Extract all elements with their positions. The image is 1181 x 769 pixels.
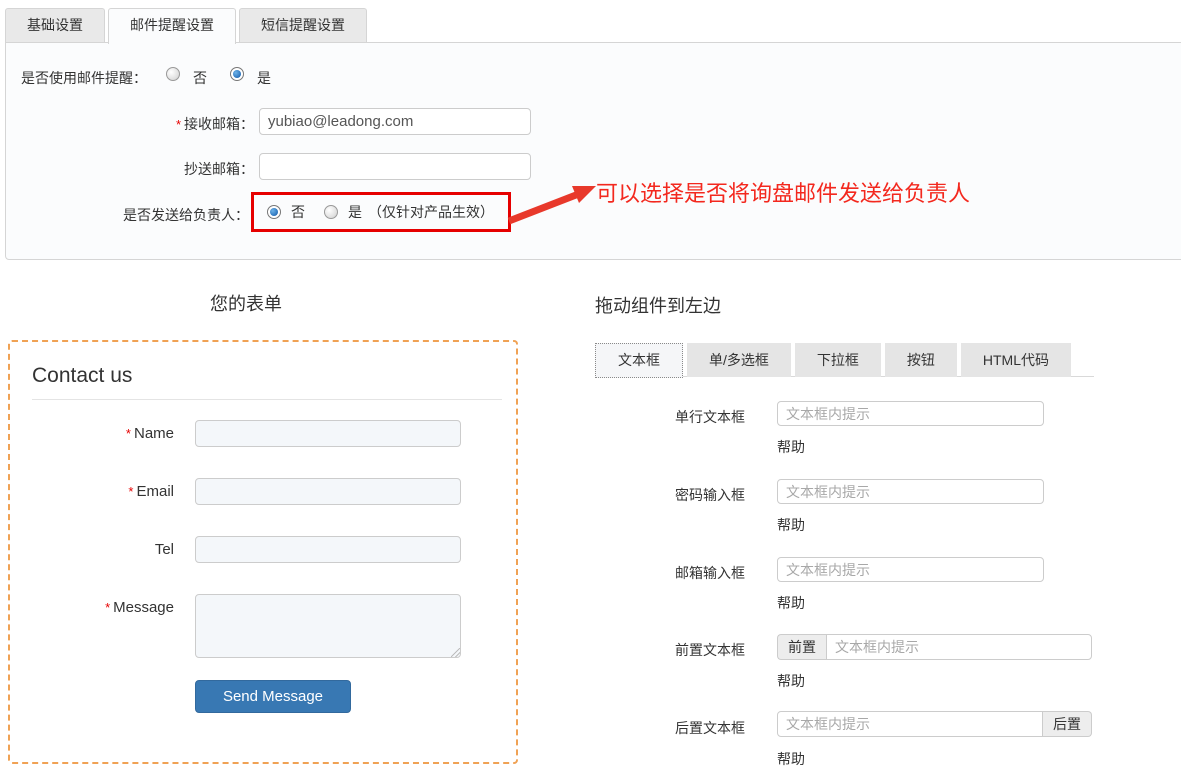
- prefix-textbox-input[interactable]: [826, 634, 1092, 660]
- message-textarea[interactable]: [195, 594, 461, 658]
- tab-dropdown[interactable]: 下拉框: [795, 343, 881, 377]
- component-panel-heading: 拖动组件到左边: [595, 292, 721, 318]
- email-label: *Email: [42, 483, 174, 500]
- use-email-radio-no-label: 否: [193, 68, 207, 88]
- help-link[interactable]: 帮助: [777, 671, 805, 691]
- prefix-textbox-label: 前置文本框: [625, 640, 745, 660]
- use-email-radio-yes[interactable]: [230, 67, 244, 81]
- email-box-label: 邮箱输入框: [625, 563, 745, 583]
- send-to-owner-label: 是否发送给负责人：: [86, 205, 249, 225]
- prefix-textbox-group: 前置: [777, 634, 1092, 660]
- form-preview-heading: 您的表单: [0, 290, 492, 316]
- title-divider: [32, 399, 502, 400]
- password-input[interactable]: [777, 479, 1044, 504]
- help-link[interactable]: 帮助: [777, 593, 805, 613]
- tab-basic-settings[interactable]: 基础设置: [5, 8, 105, 42]
- required-mark: *: [128, 484, 133, 499]
- receive-email-label: *接收邮箱：: [106, 114, 254, 134]
- resize-handle-icon: [451, 648, 460, 657]
- email-box-input[interactable]: [777, 557, 1044, 582]
- use-email-label: 是否使用邮件提醒：: [21, 68, 147, 88]
- tel-input[interactable]: [195, 536, 461, 563]
- send-to-owner-note: （仅针对产品生效）: [368, 202, 494, 222]
- suffix-textbox-label: 后置文本框: [625, 718, 745, 738]
- tab-sms-reminder-settings[interactable]: 短信提醒设置: [239, 8, 367, 42]
- suffix-addon: 后置: [1043, 711, 1092, 737]
- tab-textbox[interactable]: 文本框: [595, 343, 683, 378]
- suffix-textbox-input[interactable]: [777, 711, 1043, 737]
- send-message-button[interactable]: Send Message: [195, 680, 351, 713]
- message-label: *Message: [42, 599, 174, 616]
- use-email-radio-no[interactable]: [166, 67, 180, 81]
- cc-email-label: 抄送邮箱：: [106, 159, 254, 179]
- send-to-owner-radio-no[interactable]: [267, 205, 281, 219]
- name-input[interactable]: [195, 420, 461, 447]
- receive-email-input[interactable]: [259, 108, 531, 135]
- settings-tabbar: 基础设置 邮件提醒设置 短信提醒设置: [5, 8, 370, 43]
- form-preview-box: Contact us *Name *Email Tel *Message Sen…: [8, 340, 518, 764]
- single-line-textbox-input[interactable]: [777, 401, 1044, 426]
- email-input[interactable]: [195, 478, 461, 505]
- required-mark: *: [126, 426, 131, 441]
- name-label: *Name: [42, 425, 174, 442]
- tab-checkbox[interactable]: 单/多选框: [687, 343, 791, 377]
- single-line-textbox-label: 单行文本框: [625, 407, 745, 427]
- send-to-owner-radio-yes[interactable]: [324, 205, 338, 219]
- required-mark: *: [105, 600, 110, 615]
- cc-email-input[interactable]: [259, 153, 531, 180]
- prefix-addon: 前置: [777, 634, 826, 660]
- send-to-owner-radio-no-label: 否: [291, 202, 305, 222]
- suffix-textbox-group: 后置: [777, 711, 1092, 737]
- red-arrow-icon: [506, 183, 598, 225]
- annotation-text: 可以选择是否将询盘邮件发送给负责人: [596, 176, 970, 208]
- help-link[interactable]: 帮助: [777, 437, 805, 457]
- required-mark: *: [176, 117, 181, 132]
- highlight-box: 否 是 （仅针对产品生效）: [251, 192, 511, 232]
- contact-us-title: Contact us: [32, 364, 132, 388]
- help-link[interactable]: 帮助: [777, 515, 805, 535]
- send-to-owner-radio-yes-label: 是: [348, 202, 362, 222]
- tab-button[interactable]: 按钮: [885, 343, 957, 377]
- tab-email-reminder-settings[interactable]: 邮件提醒设置: [108, 8, 236, 44]
- use-email-radio-yes-label: 是: [257, 68, 271, 88]
- tab-html-code[interactable]: HTML代码: [961, 343, 1071, 377]
- email-settings-page: 基础设置 邮件提醒设置 短信提醒设置 是否使用邮件提醒： 否 是 *接收邮箱： …: [0, 0, 1181, 769]
- help-link[interactable]: 帮助: [777, 749, 805, 769]
- component-tabbar: 文本框 单/多选框 下拉框 按钮 HTML代码: [595, 343, 1075, 377]
- password-input-label: 密码输入框: [625, 485, 745, 505]
- tel-label: Tel: [42, 541, 174, 558]
- email-settings-panel: 是否使用邮件提醒： 否 是 *接收邮箱： 抄送邮箱： 是否发送给负责人： 否 是…: [5, 42, 1181, 260]
